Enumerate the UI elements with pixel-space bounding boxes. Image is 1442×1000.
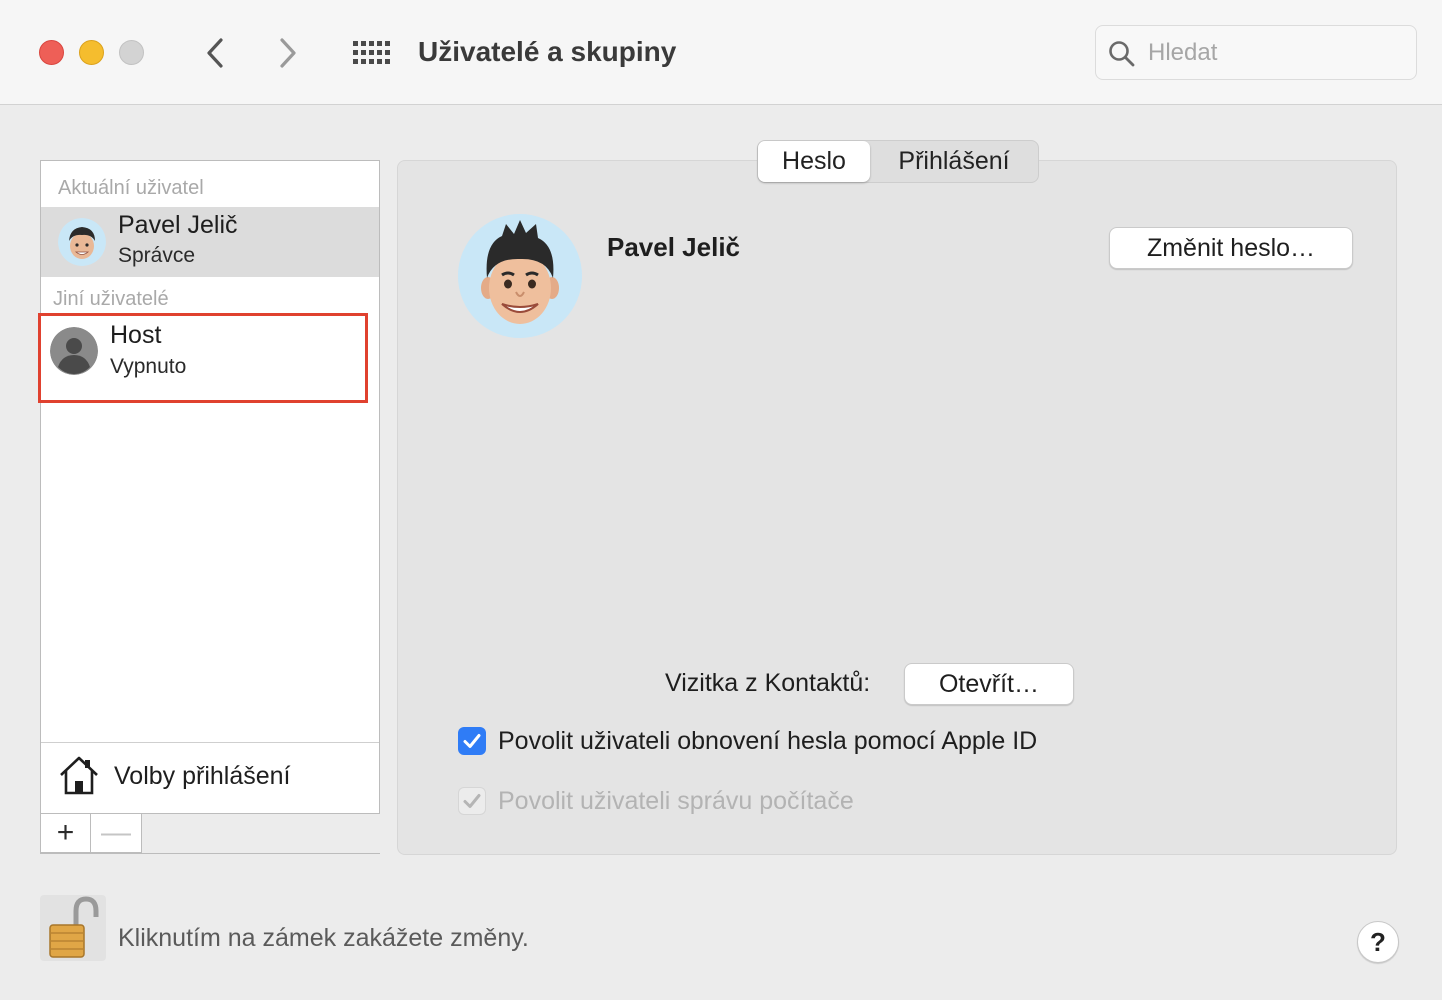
other-users-section-label: Jiní uživatelé — [53, 288, 169, 310]
allow-admin-checkbox — [458, 787, 486, 815]
checkmark-icon — [463, 794, 481, 808]
forward-button[interactable] — [268, 33, 308, 73]
open-contact-button[interactable]: Otevřít… — [904, 663, 1074, 705]
checkmark-icon — [463, 734, 481, 748]
minimize-button[interactable] — [79, 40, 104, 65]
profile-name: Pavel Jelič — [607, 232, 740, 262]
add-user-button[interactable]: + — [40, 814, 91, 853]
chevron-right-icon — [280, 38, 296, 68]
grid-icon — [353, 41, 390, 64]
memoji-avatar-icon — [458, 214, 582, 338]
user-row-current[interactable]: Pavel Jelič Správce — [41, 207, 379, 277]
search-field[interactable] — [1095, 25, 1417, 80]
avatar — [58, 218, 106, 266]
lock-hint-text: Kliknutím na zámek zakážete změny. — [118, 924, 529, 952]
tab-bar: Heslo Přihlášení — [757, 140, 1039, 183]
tab-login[interactable]: Přihlášení — [870, 141, 1038, 182]
remove-user-button: — — [91, 814, 142, 853]
tab-password[interactable]: Heslo — [758, 141, 870, 182]
close-button[interactable] — [39, 40, 64, 65]
current-user-role: Správce — [118, 244, 196, 267]
memoji-avatar-icon — [58, 218, 106, 266]
contact-card-label: Vizitka z Kontaktů: — [665, 669, 871, 697]
search-input[interactable] — [1148, 34, 1403, 72]
house-icon — [60, 756, 98, 795]
title-bar: Uživatelé a skupiny — [0, 0, 1442, 105]
show-all-button[interactable] — [350, 33, 390, 73]
current-user-name: Pavel Jelič — [118, 211, 238, 239]
allow-apple-id-reset-checkbox[interactable] — [458, 727, 486, 755]
lock-button[interactable] — [40, 895, 106, 961]
unlocked-padlock-icon — [49, 896, 99, 958]
current-user-section-label: Aktuální uživatel — [58, 177, 204, 199]
allow-apple-id-reset-label[interactable]: Povolit uživateli obnovení hesla pomocí … — [498, 727, 1037, 756]
list-controls: + — — [40, 814, 380, 854]
chevron-left-icon — [207, 38, 223, 68]
guest-highlight-annotation — [38, 313, 368, 403]
window-title: Uživatelé a skupiny — [418, 36, 677, 67]
change-password-button[interactable]: Změnit heslo… — [1109, 227, 1353, 269]
user-list[interactable]: Aktuální uživatel Pavel Jelič Správce Ji… — [38, 160, 380, 814]
help-button[interactable]: ? — [1357, 921, 1399, 963]
user-picture[interactable] — [458, 214, 582, 338]
search-icon — [1109, 41, 1135, 67]
allow-admin-label: Povolit uživateli správu počítače — [498, 787, 854, 815]
login-options-item[interactable]: Volby přihlášení — [41, 742, 379, 813]
login-options-label: Volby přihlášení — [114, 762, 291, 790]
back-button[interactable] — [195, 33, 235, 73]
zoom-button — [119, 40, 144, 65]
